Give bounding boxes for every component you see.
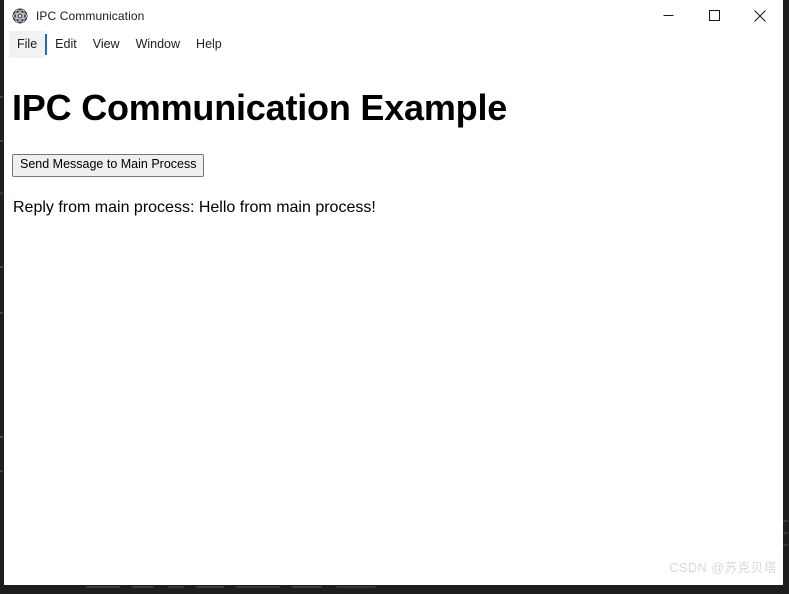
- background-code-fragment: [292, 586, 322, 588]
- background-code-fragment: [132, 586, 154, 588]
- background-code-fragment: [0, 192, 3, 194]
- electron-atom-icon: [12, 8, 28, 24]
- menu-item-view[interactable]: View: [85, 31, 128, 58]
- background-code-fragment: [0, 312, 3, 314]
- background-code-fragment: [783, 532, 788, 534]
- maximize-button[interactable]: [691, 0, 737, 31]
- background-code-fragment: [168, 586, 184, 588]
- menu-item-window[interactable]: Window: [128, 31, 188, 58]
- reply-from-main-process-text: Reply from main process: Hello from main…: [13, 199, 376, 217]
- window-controls: [645, 0, 783, 31]
- minimize-button[interactable]: [645, 0, 691, 31]
- menu-bar: File Edit View Window Help: [4, 31, 783, 58]
- page-title: IPC Communication Example: [12, 87, 508, 128]
- background-code-fragment: [0, 436, 3, 438]
- menu-item-help[interactable]: Help: [188, 31, 230, 58]
- application-window: IPC Communication File Edit View Window …: [4, 0, 783, 585]
- background-code-fragment: [336, 586, 376, 588]
- background-code-fragment: [196, 586, 224, 588]
- background-code-fragment: [0, 266, 3, 268]
- close-button[interactable]: [737, 0, 783, 31]
- window-title: IPC Communication: [36, 8, 145, 23]
- background-code-fragment: [0, 470, 3, 472]
- background-code-fragment: [0, 140, 3, 142]
- menu-item-edit[interactable]: Edit: [47, 31, 85, 58]
- background-code-fragment: [783, 520, 788, 522]
- menu-item-file[interactable]: File: [9, 31, 46, 58]
- title-bar[interactable]: IPC Communication: [4, 0, 783, 31]
- send-message-to-main-process-button[interactable]: Send Message to Main Process: [12, 154, 205, 178]
- page-content: IPC Communication Example Send Message t…: [4, 58, 783, 585]
- background-code-fragment: [783, 544, 788, 546]
- background-code-fragment: [236, 586, 280, 588]
- csdn-watermark: CSDN @苏克贝塔: [669, 561, 777, 575]
- background-code-fragment: [86, 586, 120, 588]
- background-code-fragment: [0, 96, 3, 98]
